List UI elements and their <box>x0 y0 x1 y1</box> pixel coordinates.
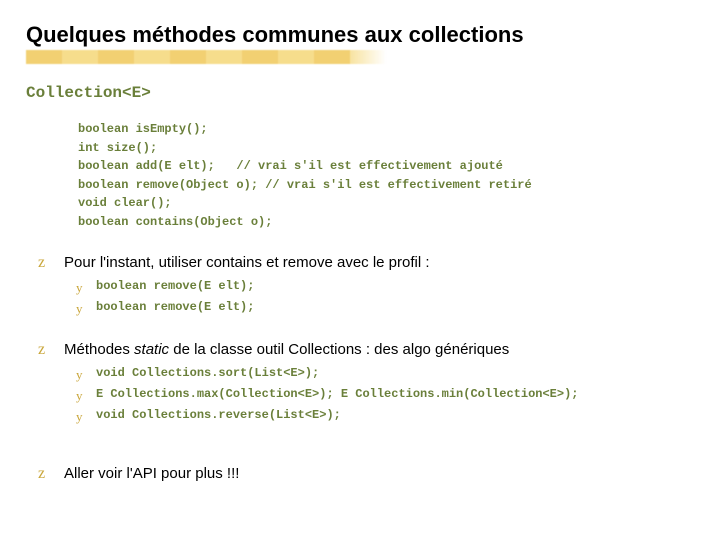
slide-title: Quelques méthodes communes aux collectio… <box>0 0 720 48</box>
sub-bullet-icon: y <box>76 278 86 298</box>
bullet-1-text: Pour l'instant, utiliser contains et rem… <box>64 254 430 271</box>
bullet-2: z Méthodes static de la classe outil Col… <box>38 341 720 358</box>
sub-bullet-code: void Collections.reverse(List<E>); <box>96 406 341 425</box>
sub-bullet-icon: y <box>76 407 86 427</box>
sub-bullet: y void Collections.sort(List<E>); <box>76 364 720 385</box>
sub-bullet: y boolean remove(E elt); <box>76 277 720 298</box>
sub-bullet: y void Collections.reverse(List<E>); <box>76 406 720 427</box>
bullet-3: z Aller voir l'API pour plus !!! <box>38 465 720 482</box>
bullet-2-subgroup: y void Collections.sort(List<E>); y E Co… <box>76 364 720 427</box>
sub-bullet: y boolean remove(E elt); <box>76 298 720 319</box>
bullet-1-subgroup: y boolean remove(E elt); y boolean remov… <box>76 277 720 319</box>
sub-bullet-code: boolean remove(E elt); <box>96 277 254 296</box>
bullet-2-prefix: Méthodes <box>64 341 134 358</box>
bullet-3-text: Aller voir l'API pour plus !!! <box>64 465 239 482</box>
sub-bullet-code: E Collections.max(Collection<E>); E Coll… <box>96 385 578 404</box>
highlight-underline <box>26 50 386 64</box>
sub-bullet-icon: y <box>76 386 86 406</box>
bullet-icon: z <box>38 342 50 358</box>
bullet-2-suffix: de la classe outil Collections : des alg… <box>169 341 509 358</box>
sub-bullet-code: void Collections.sort(List<E>); <box>96 364 319 383</box>
sub-bullet-code: boolean remove(E elt); <box>96 298 254 317</box>
bullet-icon: z <box>38 466 50 482</box>
interface-heading: Collection<E> <box>26 84 720 102</box>
code-block: boolean isEmpty(); int size(); boolean a… <box>78 120 720 232</box>
sub-bullet: y E Collections.max(Collection<E>); E Co… <box>76 385 720 406</box>
bullet-2-italic: static <box>134 341 169 358</box>
bullet-icon: z <box>38 255 50 271</box>
sub-bullet-icon: y <box>76 365 86 385</box>
sub-bullet-icon: y <box>76 299 86 319</box>
bullet-2-text: Méthodes static de la classe outil Colle… <box>64 341 509 358</box>
bullet-1: z Pour l'instant, utiliser contains et r… <box>38 254 720 271</box>
